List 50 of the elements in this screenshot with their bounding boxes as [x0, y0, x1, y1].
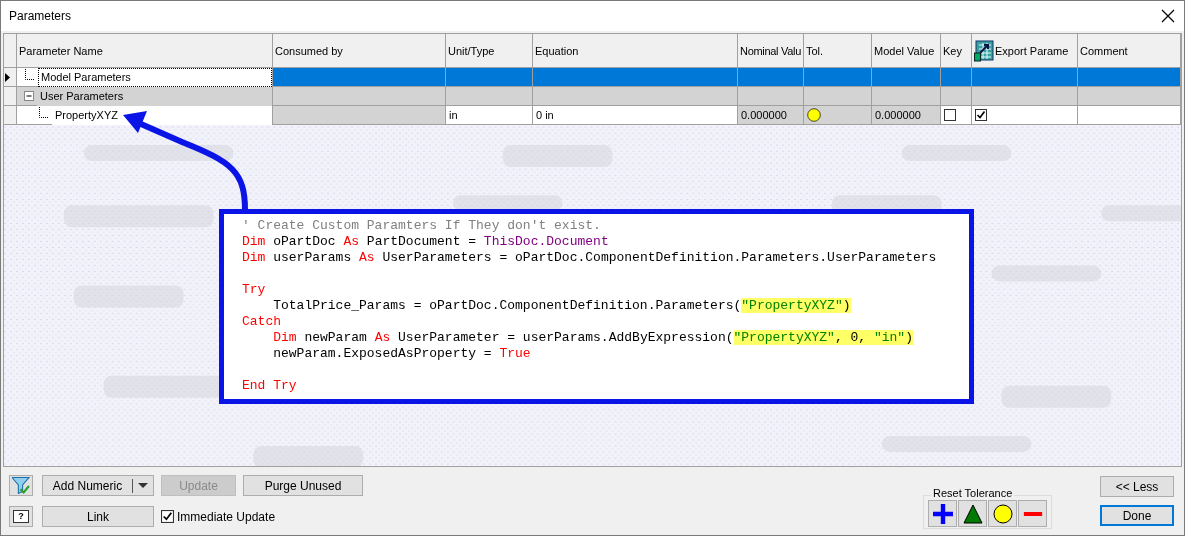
code-line: End Try: [242, 378, 297, 394]
table-cell: [804, 68, 872, 87]
table-cell: [872, 68, 941, 87]
filter-icon: [12, 477, 30, 494]
row-pointer-icon: [4, 72, 11, 82]
code-line: Dim oPartDoc As PartDocument = ThisDoc.Document: [242, 234, 609, 250]
table-cell: [738, 68, 804, 87]
done-button[interactable]: Done: [1100, 505, 1174, 526]
group-label: Reset Tolerance: [931, 487, 1015, 499]
column-header[interactable]: Model Value: [872, 34, 941, 68]
column-header[interactable]: Comment: [1078, 34, 1181, 68]
column-header[interactable]: Unit/Type: [446, 34, 533, 68]
checkbox[interactable]: [944, 109, 956, 121]
column-header[interactable]: Equation: [533, 34, 738, 68]
help-button[interactable]: ?: [9, 506, 33, 527]
code-line: Catch: [242, 314, 281, 330]
column-header[interactable]: Tol.: [804, 34, 872, 68]
close-button[interactable]: [1160, 8, 1176, 24]
purge-unused-button[interactable]: Purge Unused: [243, 475, 363, 496]
code-line: TotalPrice_Params = oPartDoc.ComponentDefinition.Parameters("PropertyXYZ"): [272, 298, 851, 314]
table-cell: [738, 87, 804, 106]
code-line: Dim userParams As UserParameters = oPartDoc.ComponentDefinition.Parameters.UserParameters: [242, 250, 937, 267]
table-cell: [941, 68, 972, 87]
column-header[interactable]: Key: [941, 34, 972, 68]
table-cell: [872, 87, 941, 106]
code-line: ' Create Custom Paramters If They don't exist.: [242, 218, 601, 234]
link-button[interactable]: Link: [42, 506, 154, 527]
code-line: newParam.ExposedAsProperty = True: [272, 346, 531, 363]
less-button[interactable]: << Less: [1100, 476, 1174, 497]
row-header[interactable]: [4, 68, 17, 87]
column-header[interactable]: Consumed by: [273, 34, 446, 68]
nominal-value-cell: 0.000000: [738, 106, 804, 125]
column-header[interactable]: Export Parame: [972, 34, 1078, 68]
code-line: Try: [242, 282, 266, 298]
tree-line: [25, 68, 35, 80]
code-line: Dim newParam As UserParameter = userParams.AddByExpression("PropertyXYZ", 0, "in"): [272, 330, 913, 346]
equation-cell: 0 in: [533, 106, 738, 125]
unit-cell: in: [446, 106, 533, 125]
add-numeric-button[interactable]: Add Numeric: [42, 475, 154, 496]
checkbox-label[interactable]: Immediate Update: [177, 509, 276, 524]
window-title: Parameters: [9, 9, 72, 23]
tree-line: [39, 106, 49, 118]
caret-icon[interactable]: [138, 483, 148, 488]
checkbox[interactable]: [975, 109, 987, 121]
model-value-cell: 0.000000: [872, 106, 941, 125]
column-header[interactable]: Nominal Valu: [738, 34, 804, 68]
column-header[interactable]: Parameter Name: [17, 34, 273, 68]
filter-button[interactable]: [9, 475, 33, 496]
collapse-icon[interactable]: [24, 90, 35, 102]
checkbox[interactable]: [161, 510, 174, 523]
